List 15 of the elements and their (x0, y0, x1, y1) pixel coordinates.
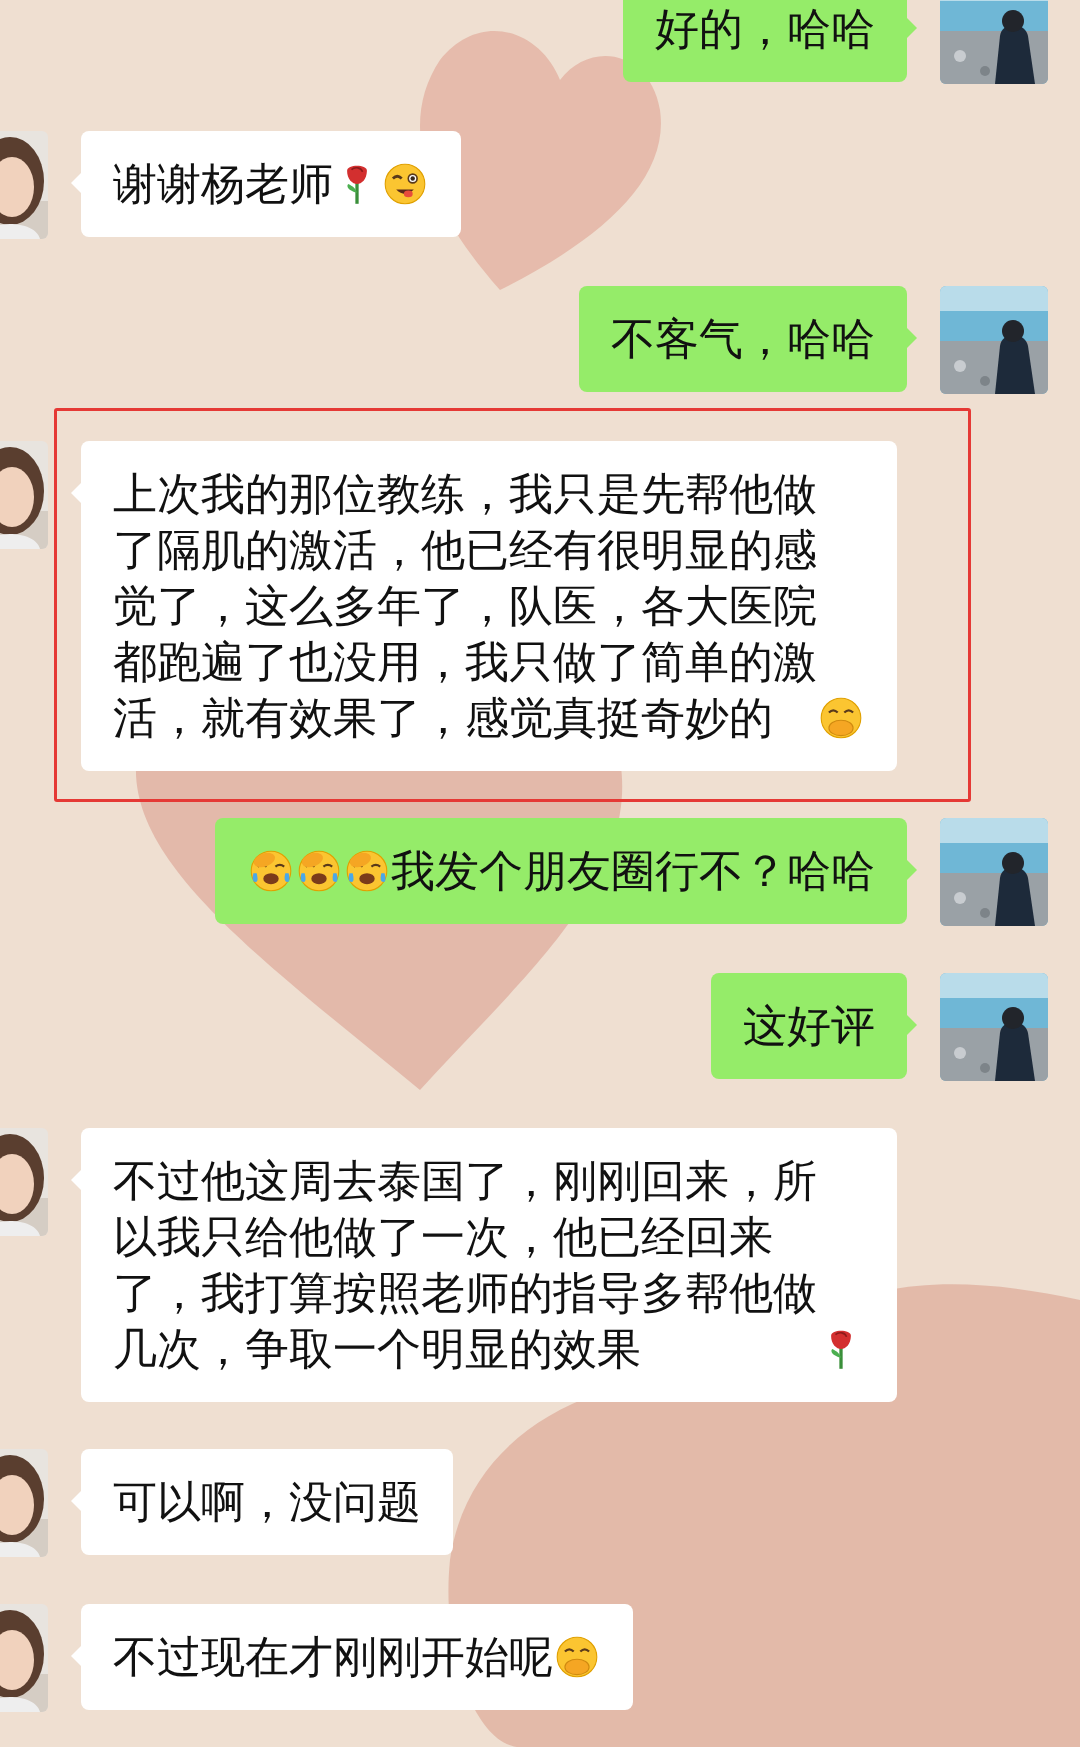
message-text: 我发个朋友圈行不？哈哈 (391, 844, 875, 898)
facepalm-face-icon (249, 849, 293, 893)
winking-face-icon (383, 162, 427, 206)
message-text: 不客气，哈哈 (611, 312, 875, 366)
message-text: 可以啊，没问题 (113, 1475, 421, 1529)
message-text: 上次我的那位教练，我只是先帮他做了隔肌的激活，他已经有很明显的感觉了，这么多年了，队医，各大医院都跑遍了也没用，我只做了简单的激活，就有效果了，感觉真挺奇妙的 (113, 467, 817, 745)
giggling-face-icon (819, 696, 863, 740)
message-text: 不过他这周去泰国了，刚刚回来，所以我只给他做了一次，他已经回来了，我打算按照老师的指导多帮他做几次，争取一个明显的效果 (113, 1154, 817, 1376)
message-text: 这好评 (743, 999, 875, 1053)
message-text: 好的，哈哈 (655, 2, 875, 56)
facepalm-face-icon (345, 849, 389, 893)
facepalm-face-icon (297, 849, 341, 893)
giggling-face-icon (555, 1635, 599, 1679)
message-text: 不过现在才刚刚开始呢 (113, 1630, 553, 1684)
message-text: 谢谢杨老师 (113, 157, 333, 211)
